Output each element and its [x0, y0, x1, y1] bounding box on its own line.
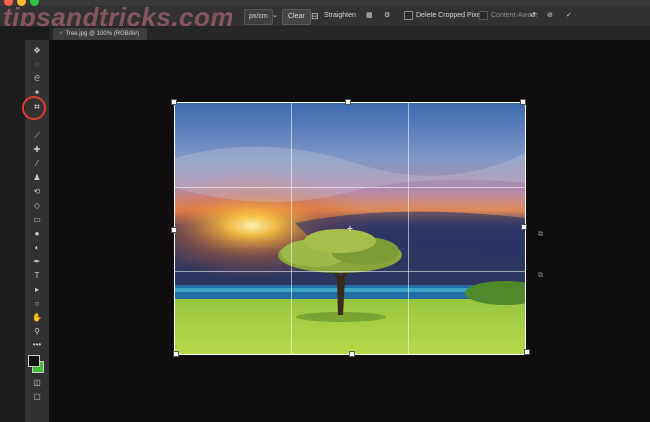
overlay-grid-icon[interactable]: ▦ — [366, 9, 373, 23]
marquee-icon[interactable]: ◌ — [25, 58, 49, 71]
lasso-icon[interactable]: ᘓ — [25, 72, 49, 85]
checkbox-box[interactable] — [479, 10, 488, 20]
crop-handle-top-right[interactable] — [520, 99, 526, 105]
crop-handle-top-left[interactable] — [171, 99, 177, 105]
shape-icon[interactable]: ○ — [25, 297, 49, 310]
more-icon[interactable]: ••• — [25, 338, 49, 351]
gradient-icon[interactable]: ▭ — [25, 213, 49, 226]
rotate-cursor-icon: ⧉ — [538, 272, 543, 279]
rotate-cursor-icon: ⧉ — [538, 231, 543, 238]
delete-cropped-pixels-checkbox[interactable]: Delete Cropped Pixels — [404, 9, 486, 23]
type-icon[interactable]: T — [25, 269, 49, 282]
crop-handle-bottom-left[interactable] — [173, 351, 179, 357]
checkbox-box[interactable] — [404, 10, 413, 20]
grid-line-v1 — [291, 103, 292, 354]
move-icon[interactable]: ✥ — [25, 44, 49, 57]
grid-line-h1 — [175, 187, 525, 188]
dodge-icon[interactable]: ◐ — [25, 241, 49, 254]
commit-checkmark-icon[interactable]: ✓ — [566, 9, 572, 23]
crop-tool-highlight — [22, 96, 46, 120]
crop-handle-left[interactable] — [171, 227, 177, 233]
units-chevron-icon[interactable]: ⌄ — [272, 9, 278, 23]
crop-handle-bottom-right[interactable] — [524, 349, 530, 355]
units-select[interactable]: px/cm — [244, 9, 273, 25]
tab-close-icon[interactable]: × — [59, 31, 63, 37]
document-tab[interactable]: × Tree.jpg @ 100% (RGB/8#) — [53, 28, 148, 40]
quick-mask-icon[interactable]: ◫ — [25, 376, 49, 389]
zoom-icon[interactable]: ⚲ — [25, 325, 49, 338]
eraser-icon[interactable]: ◇ — [25, 199, 49, 212]
blur-icon[interactable]: ● — [25, 227, 49, 240]
path-selection-icon[interactable]: ▸ — [25, 283, 49, 296]
straighten-button[interactable]: Straighten — [324, 9, 356, 23]
pen-icon[interactable]: ✒ — [25, 255, 49, 268]
eyedropper-icon[interactable]: ⟋ — [25, 129, 49, 142]
healing-brush-icon[interactable]: ✚ — [25, 143, 49, 156]
content-aware-checkbox[interactable]: Content-Aware — [479, 9, 538, 23]
document-tab-label: Tree.jpg @ 100% (RGB/8#) — [65, 31, 140, 37]
left-gutter — [0, 26, 25, 422]
hand-icon[interactable]: ✋ — [25, 311, 49, 324]
clone-stamp-icon[interactable]: ♟ — [25, 171, 49, 184]
clear-button[interactable]: Clear — [282, 9, 311, 25]
straighten-icon[interactable]: ⊟ — [311, 9, 319, 23]
grid-line-h2 — [175, 271, 525, 272]
crop-handle-right[interactable] — [521, 224, 527, 230]
foreground-color-swatch[interactable] — [28, 355, 40, 367]
cancel-icon[interactable]: ⊘ — [547, 9, 553, 23]
crop-handle-top[interactable] — [345, 99, 351, 105]
grid-line-v2 — [408, 103, 409, 354]
crop-center-icon: ✛ — [347, 226, 353, 233]
delete-cropped-label: Delete Cropped Pixels — [416, 12, 486, 19]
crop-handle-bottom[interactable] — [349, 351, 355, 357]
history-brush-icon[interactable]: ⟲ — [25, 185, 49, 198]
reset-icon[interactable]: ↺ — [530, 9, 536, 23]
screen-mode-icon[interactable]: ▢ — [25, 390, 49, 403]
brush-icon[interactable]: ⁄ — [25, 157, 49, 170]
color-swatches-icon[interactable] — [25, 352, 49, 373]
settings-gear-icon[interactable]: ⚙ — [384, 9, 390, 23]
document-tab-bar: × Tree.jpg @ 100% (RGB/8#) — [49, 26, 650, 41]
